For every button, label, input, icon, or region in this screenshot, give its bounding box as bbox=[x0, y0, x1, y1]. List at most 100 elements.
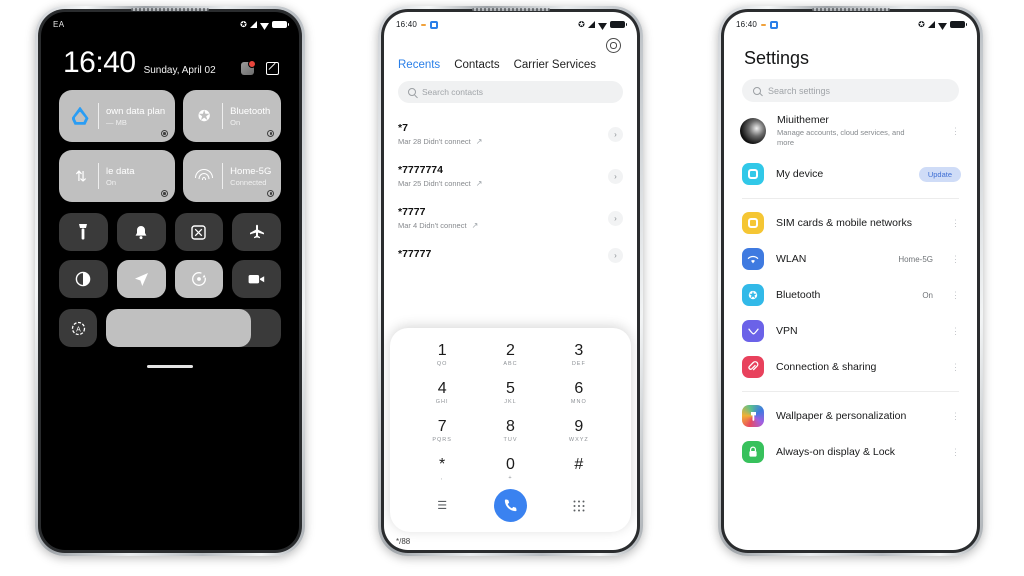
key-letters bbox=[545, 475, 613, 482]
tile-bluetooth[interactable]: ✪ Bluetooth On bbox=[183, 90, 282, 142]
key-digit: 3 bbox=[574, 342, 584, 359]
settings-row-always-on-display[interactable]: Always-on display & Lock ⋮ bbox=[724, 434, 977, 470]
divider bbox=[742, 391, 959, 393]
phone1-screen: EA ✪ 16:40 Sunday, April 02 own data pla… bbox=[41, 12, 299, 550]
battery-icon bbox=[610, 21, 627, 28]
settings-row-bluetooth[interactable]: ✪ Bluetooth On ⋮ bbox=[724, 277, 977, 313]
dialpad-key-0[interactable]: 0 + bbox=[476, 454, 544, 485]
tile-gear-icon[interactable] bbox=[267, 190, 275, 197]
edit-icon[interactable] bbox=[266, 62, 279, 75]
dialpad-key-7[interactable]: 7 PQRS bbox=[408, 416, 476, 447]
dialpad-keys: 1 QO 2 ABC 3 DEF 4 GHI 5 JKL 6 MNO 7 PQRS 8 TUV 9 WXYZ *, 0… bbox=[408, 340, 613, 485]
call-log-row[interactable]: *7 Mar 28 Didn't connect ↗ › bbox=[398, 113, 623, 155]
dialpad-key-1[interactable]: 1 QO bbox=[408, 340, 476, 371]
settings-label: Connection & sharing bbox=[776, 361, 877, 374]
tile-title: Home-5G bbox=[230, 165, 272, 177]
search-settings-input[interactable]: Search settings bbox=[742, 79, 959, 102]
clock-time: 16:40 bbox=[63, 46, 136, 79]
chevron-more-icon: ⋮ bbox=[951, 325, 961, 336]
dialpad-key-5[interactable]: 5 JKL bbox=[476, 378, 544, 409]
chevron-right-icon[interactable]: › bbox=[608, 248, 623, 263]
screenshot-icon[interactable] bbox=[174, 213, 224, 251]
flashlight-icon[interactable] bbox=[59, 213, 108, 251]
quick-settings-small-tiles bbox=[41, 202, 299, 298]
dialpad-key-star[interactable]: *, bbox=[408, 454, 476, 485]
earpiece-speaker-icon bbox=[811, 8, 890, 11]
chevron-right-icon[interactable]: › bbox=[608, 168, 623, 184]
dialpad-key-4[interactable]: 4 GHI bbox=[408, 378, 476, 409]
settings-row-wallpaper[interactable]: Wallpaper & personalization ⋮ bbox=[724, 398, 977, 434]
signal-icon bbox=[928, 21, 935, 28]
tile-mobile-data[interactable]: ⇅ le data On bbox=[59, 150, 176, 202]
chevron-right-icon[interactable]: › bbox=[608, 210, 623, 226]
settings-label: My device bbox=[776, 168, 824, 181]
dialpad-icon[interactable] bbox=[545, 500, 613, 512]
avatar-icon bbox=[740, 118, 766, 145]
bell-icon[interactable] bbox=[116, 213, 166, 251]
carrier-label: EA bbox=[53, 20, 65, 29]
dialpad-key-2[interactable]: 2 ABC bbox=[476, 340, 544, 371]
screen-record-icon[interactable] bbox=[232, 260, 281, 298]
brightness-slider[interactable] bbox=[106, 309, 281, 347]
dialpad-key-8[interactable]: 8 TUV bbox=[476, 416, 544, 447]
settings-label: WLAN bbox=[776, 253, 807, 266]
menu-icon[interactable]: ☰ bbox=[408, 499, 476, 512]
auto-brightness-icon[interactable]: A bbox=[59, 309, 97, 347]
settings-row-connection-sharing[interactable]: Connection & sharing ⋮ bbox=[724, 349, 977, 385]
bluetooth-icon: ✪ bbox=[578, 19, 585, 29]
vpn-icon bbox=[742, 320, 764, 343]
chevron-right-icon[interactable]: › bbox=[608, 126, 623, 142]
settings-row-sim[interactable]: SIM cards & mobile networks ⋮ bbox=[724, 205, 977, 241]
key-digit: 9 bbox=[574, 418, 584, 435]
outgoing-call-icon: ↗ bbox=[475, 179, 483, 188]
phone2-screen: 16:40 ✪ Recents Contacts Carrier Service… bbox=[384, 12, 637, 550]
tile-gear-icon[interactable] bbox=[161, 190, 169, 197]
lock-icon bbox=[742, 441, 764, 464]
tab-contacts[interactable]: Contacts bbox=[454, 59, 499, 71]
dialpad-key-hash[interactable]: # bbox=[545, 454, 613, 485]
partial-dialed-number: */88 bbox=[396, 537, 411, 546]
search-contacts-input[interactable]: Search contacts bbox=[398, 81, 623, 103]
key-digit: # bbox=[574, 456, 584, 473]
phone-dialer: 16:40 ✪ Recents Contacts Carrier Service… bbox=[378, 6, 643, 556]
app-badge-icon[interactable] bbox=[241, 60, 256, 75]
chevron-more-icon: ⋮ bbox=[951, 217, 961, 228]
tab-recents[interactable]: Recents bbox=[398, 59, 440, 71]
settings-row-wlan[interactable]: WLAN Home-5G ⋮ bbox=[724, 241, 977, 277]
dash-icon bbox=[761, 23, 767, 26]
call-log-row[interactable]: *7777 Mar 4 Didn't connect ↗ › bbox=[398, 197, 623, 239]
call-number: *7 bbox=[398, 122, 408, 134]
call-log-row[interactable]: *77777 › bbox=[398, 239, 623, 272]
tab-carrier-services[interactable]: Carrier Services bbox=[514, 59, 596, 71]
location-icon[interactable] bbox=[116, 260, 166, 298]
signal-icon bbox=[250, 21, 257, 28]
settings-gear-icon[interactable] bbox=[606, 38, 621, 53]
account-row[interactable]: Miuithemer Manage accounts, cloud servic… bbox=[724, 106, 977, 156]
dialpad-key-3[interactable]: 3 DEF bbox=[545, 340, 613, 371]
key-digit: * bbox=[439, 456, 446, 473]
settings-row-my-device[interactable]: My device Update bbox=[724, 156, 977, 192]
call-number: *7777 bbox=[398, 206, 426, 218]
chevron-more-icon: ⋮ bbox=[951, 289, 961, 300]
settings-value: On bbox=[922, 290, 933, 300]
device-icon bbox=[742, 163, 764, 186]
dialpad-key-6[interactable]: 6 MNO bbox=[545, 378, 613, 409]
tile-wifi[interactable]: Home-5G Connected bbox=[183, 150, 282, 202]
call-log-row[interactable]: *7777774 Mar 25 Didn't connect ↗ › bbox=[398, 155, 623, 197]
dialpad-key-9[interactable]: 9 WXYZ bbox=[545, 416, 613, 447]
update-badge[interactable]: Update bbox=[918, 166, 961, 182]
tile-gear-icon[interactable] bbox=[267, 130, 275, 137]
tile-sub: On bbox=[106, 177, 117, 187]
account-subtitle: Manage accounts, cloud services, and mor… bbox=[777, 128, 905, 148]
airplane-icon[interactable] bbox=[232, 213, 281, 251]
dark-mode-icon[interactable] bbox=[59, 260, 108, 298]
home-indicator[interactable] bbox=[147, 365, 193, 368]
call-button[interactable] bbox=[493, 489, 527, 522]
tile-data-plan[interactable]: own data plan — MB bbox=[59, 90, 176, 142]
connection-icon bbox=[742, 356, 764, 379]
key-digit: 4 bbox=[437, 380, 447, 397]
settings-row-vpn[interactable]: VPN ⋮ bbox=[724, 313, 977, 349]
tile-gear-icon[interactable] bbox=[161, 130, 169, 137]
auto-rotate-icon[interactable] bbox=[174, 260, 224, 298]
key-digit: 2 bbox=[506, 342, 515, 359]
